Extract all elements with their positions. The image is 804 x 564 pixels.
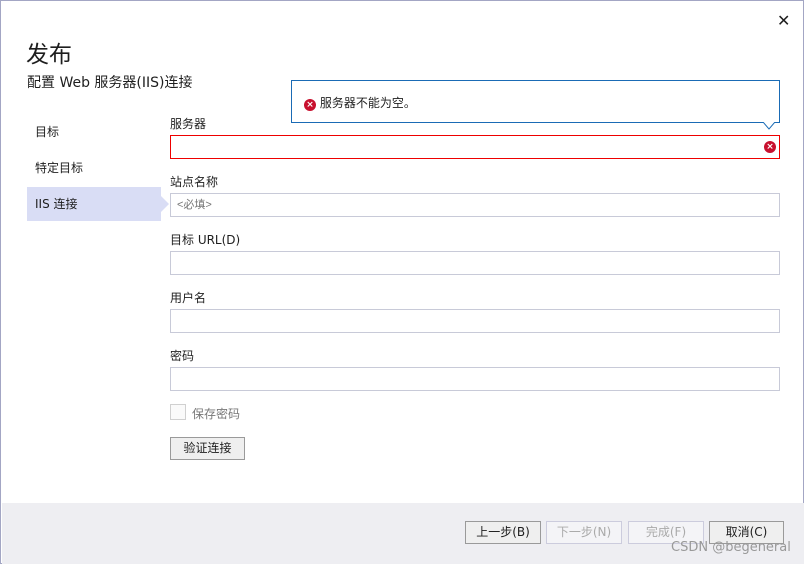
close-icon[interactable]: ✕ [777, 11, 790, 30]
username-input[interactable] [170, 309, 780, 333]
next-button[interactable]: 下一步(N) [546, 521, 622, 544]
target-url-label: 目标 URL(D) [170, 233, 241, 247]
server-input[interactable] [170, 135, 780, 159]
error-message: 服务器不能为空。 [319, 96, 416, 110]
error-icon: × [764, 141, 776, 153]
save-password-checkbox[interactable] [170, 404, 186, 420]
dialog-subtitle: 配置 Web 服务器(IIS)连接 [27, 75, 193, 91]
username-label: 用户名 [170, 291, 207, 305]
password-input[interactable] [170, 367, 780, 391]
publish-dialog: ✕ 发布 配置 Web 服务器(IIS)连接 目标 特定目标 IIS 连接 服务… [0, 0, 804, 564]
prev-button[interactable]: 上一步(B) [465, 521, 541, 544]
server-label: 服务器 [170, 117, 207, 131]
error-tooltip: × 服务器不能为空。 [291, 80, 780, 123]
site-name-label: 站点名称 [170, 175, 219, 189]
target-url-input[interactable] [170, 251, 780, 275]
error-icon: × [304, 99, 316, 111]
site-name-input[interactable] [170, 193, 780, 217]
watermark: CSDN @begeneral [671, 540, 791, 555]
dialog-title: 发布 [26, 42, 72, 68]
nav-item-target[interactable]: 目标 [27, 115, 161, 149]
validate-connection-button[interactable]: 验证连接 [170, 437, 245, 460]
nav-item-iis-connection[interactable]: IIS 连接 [27, 187, 169, 221]
password-label: 密码 [170, 349, 195, 363]
save-password-label: 保存密码 [192, 407, 241, 421]
nav-item-specific-target[interactable]: 特定目标 [27, 151, 161, 185]
tooltip-notch [763, 122, 775, 130]
